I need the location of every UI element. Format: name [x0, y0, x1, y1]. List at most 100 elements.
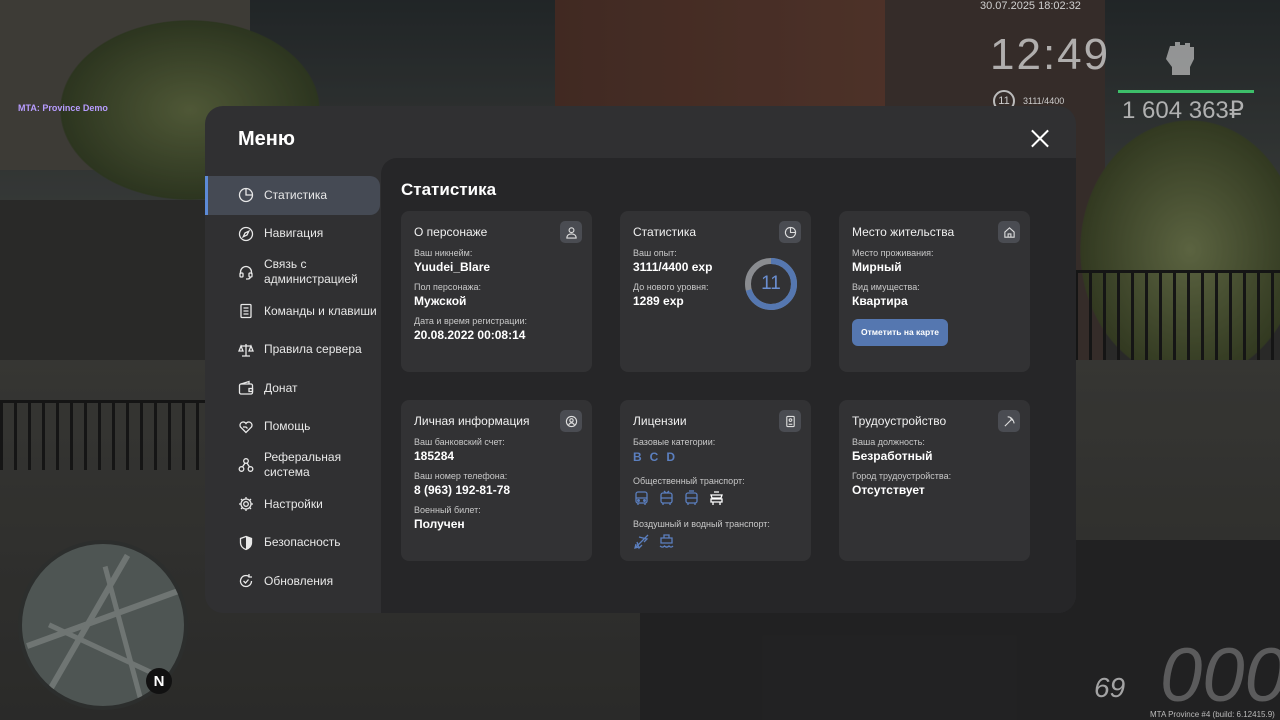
character-card: О персонаже Ваш никнейм: Yuudei_Blare По…	[401, 211, 592, 372]
ship-icon	[659, 534, 674, 548]
gender-value: Мужской	[414, 294, 467, 308]
wallet-icon	[238, 380, 254, 396]
menu-title: Меню	[238, 128, 295, 150]
sidebar: Статистика Навигация Связь с администрац…	[205, 176, 380, 601]
card-title: Место жительства	[852, 225, 955, 239]
hud-exp: 3111/4400	[1023, 96, 1065, 106]
hud-money-bar	[1118, 90, 1254, 93]
pie-chart-icon	[238, 187, 254, 203]
gear-icon	[238, 496, 254, 512]
sidebar-item-label: Статистика	[264, 187, 328, 202]
user-circle-icon	[560, 410, 582, 432]
sidebar-item-label: Реферальная система	[264, 450, 342, 480]
sidebar-item-label: Помощь	[264, 419, 311, 434]
sidebar-item-label: Донат	[264, 380, 298, 395]
registration-value: 20.08.2022 00:08:14	[414, 328, 526, 342]
fuel-level: 69	[1094, 672, 1126, 703]
sidebar-item-referral[interactable]: Реферальная система	[205, 446, 380, 485]
field-label: Ваша должность:	[852, 437, 925, 447]
field-label: Ваш номер телефона:	[414, 471, 508, 481]
shield-icon	[238, 535, 254, 551]
field-label: Общественный транспорт:	[633, 476, 745, 486]
field-label: Воздушный и водный транспорт:	[633, 519, 770, 529]
field-label: Ваш никнейм:	[414, 248, 473, 258]
field-label: Пол персонажа:	[414, 282, 482, 292]
close-button[interactable]	[1031, 129, 1050, 148]
sidebar-item-label: Связь с администрацией	[264, 257, 358, 287]
license-categories: B C D	[633, 450, 798, 464]
sidebar-item-label: Безопасность	[264, 535, 341, 550]
tram-icon	[685, 490, 698, 505]
phone-value: 8 (963) 192-81-78	[414, 483, 511, 497]
speedometer: 000	[1160, 633, 1280, 718]
sidebar-item-donate[interactable]: Донат	[205, 369, 380, 408]
nickname-value: Yuudei_Blare	[414, 260, 491, 274]
headset-icon	[238, 264, 254, 281]
id-card-icon	[779, 410, 801, 432]
field-label: Вид имущества:	[852, 282, 920, 292]
card-title: Статистика	[633, 225, 697, 239]
public-transport-icons	[633, 490, 798, 507]
property-type-value: Квартира	[852, 294, 908, 308]
field-label: Военный билет:	[414, 505, 481, 515]
card-title: Трудоустройство	[852, 414, 947, 428]
field-label: Место проживания:	[852, 248, 934, 258]
plane-icon	[634, 534, 649, 550]
air-water-transport-icons	[633, 533, 798, 550]
pickaxe-icon	[998, 410, 1020, 432]
sidebar-item-contact-admin[interactable]: Связь с администрацией	[205, 253, 380, 292]
menu-window: Меню Статистика Навигация Связь с админи…	[205, 106, 1076, 613]
field-label: Ваш банковский счет:	[414, 437, 505, 447]
content-title: Статистика	[401, 180, 497, 199]
sidebar-item-label: Правила сервера	[264, 342, 362, 357]
licenses-card: Лицензии Базовые категории: B C D Общест…	[620, 400, 811, 561]
sidebar-item-rules[interactable]: Правила сервера	[205, 330, 380, 369]
military-id-value: Получен	[414, 517, 465, 531]
referral-icon	[238, 457, 254, 473]
document-icon	[238, 303, 254, 319]
scales-icon	[238, 342, 254, 358]
job-value: Безработный	[852, 449, 933, 463]
employment-city-value: Отсутствует	[852, 483, 925, 497]
home-icon	[998, 221, 1020, 243]
hud-datetime: 30.07.2025 18:02:32	[980, 0, 1081, 12]
field-label: Базовые категории:	[633, 437, 716, 447]
pie-chart-icon	[779, 221, 801, 243]
hud-money: 1 604 363₽	[1122, 97, 1245, 124]
employment-card: Трудоустройство Ваша должность: Безработ…	[839, 400, 1030, 561]
field-label: Дата и время регистрации:	[414, 316, 527, 326]
license-category: D	[666, 450, 676, 464]
sidebar-item-updates[interactable]: Обновления	[205, 562, 380, 601]
stats-card: Статистика Ваш опыт: 3111/4400 exp До но…	[620, 211, 811, 372]
level-progress-ring: 11	[744, 257, 798, 311]
sidebar-item-settings[interactable]: Настройки	[205, 485, 380, 524]
compass-north: N	[146, 668, 172, 694]
bus-icon	[635, 491, 648, 505]
sidebar-item-label: Навигация	[264, 226, 324, 241]
sidebar-item-label: Обновления	[264, 573, 334, 588]
hud-clock: 12:49	[990, 30, 1111, 79]
personal-card: Личная информация Ваш банковский счет: 1…	[401, 400, 592, 561]
card-title: Личная информация	[414, 414, 530, 428]
sidebar-item-label: Команды и клавиши	[264, 303, 377, 318]
residence-card: Место жительства Место проживания: Мирны…	[839, 211, 1030, 372]
user-icon	[560, 221, 582, 243]
sidebar-item-navigation[interactable]: Навигация	[205, 215, 380, 254]
card-title: Лицензии	[633, 414, 687, 428]
refresh-icon	[238, 573, 254, 589]
sidebar-item-security[interactable]: Безопасность	[205, 523, 380, 562]
sidebar-item-statistics[interactable]: Статистика	[205, 176, 380, 215]
fist-icon	[1166, 42, 1194, 75]
sidebar-item-label: Настройки	[264, 496, 323, 511]
compass-icon	[238, 226, 254, 242]
heart-hand-icon	[238, 419, 254, 435]
sidebar-item-commands[interactable]: Команды и клавиши	[205, 292, 380, 331]
sidebar-item-help[interactable]: Помощь	[205, 408, 380, 447]
level-number: 11	[761, 273, 781, 294]
license-category: B	[633, 450, 642, 464]
bank-account-value: 185284	[414, 449, 455, 463]
field-label: Город трудоустройства:	[852, 471, 952, 481]
residence-place-value: Мирный	[852, 260, 902, 274]
mark-on-map-button[interactable]: Отметить на карте	[852, 319, 948, 346]
server-watermark: MTA: Province Demo	[18, 103, 108, 113]
